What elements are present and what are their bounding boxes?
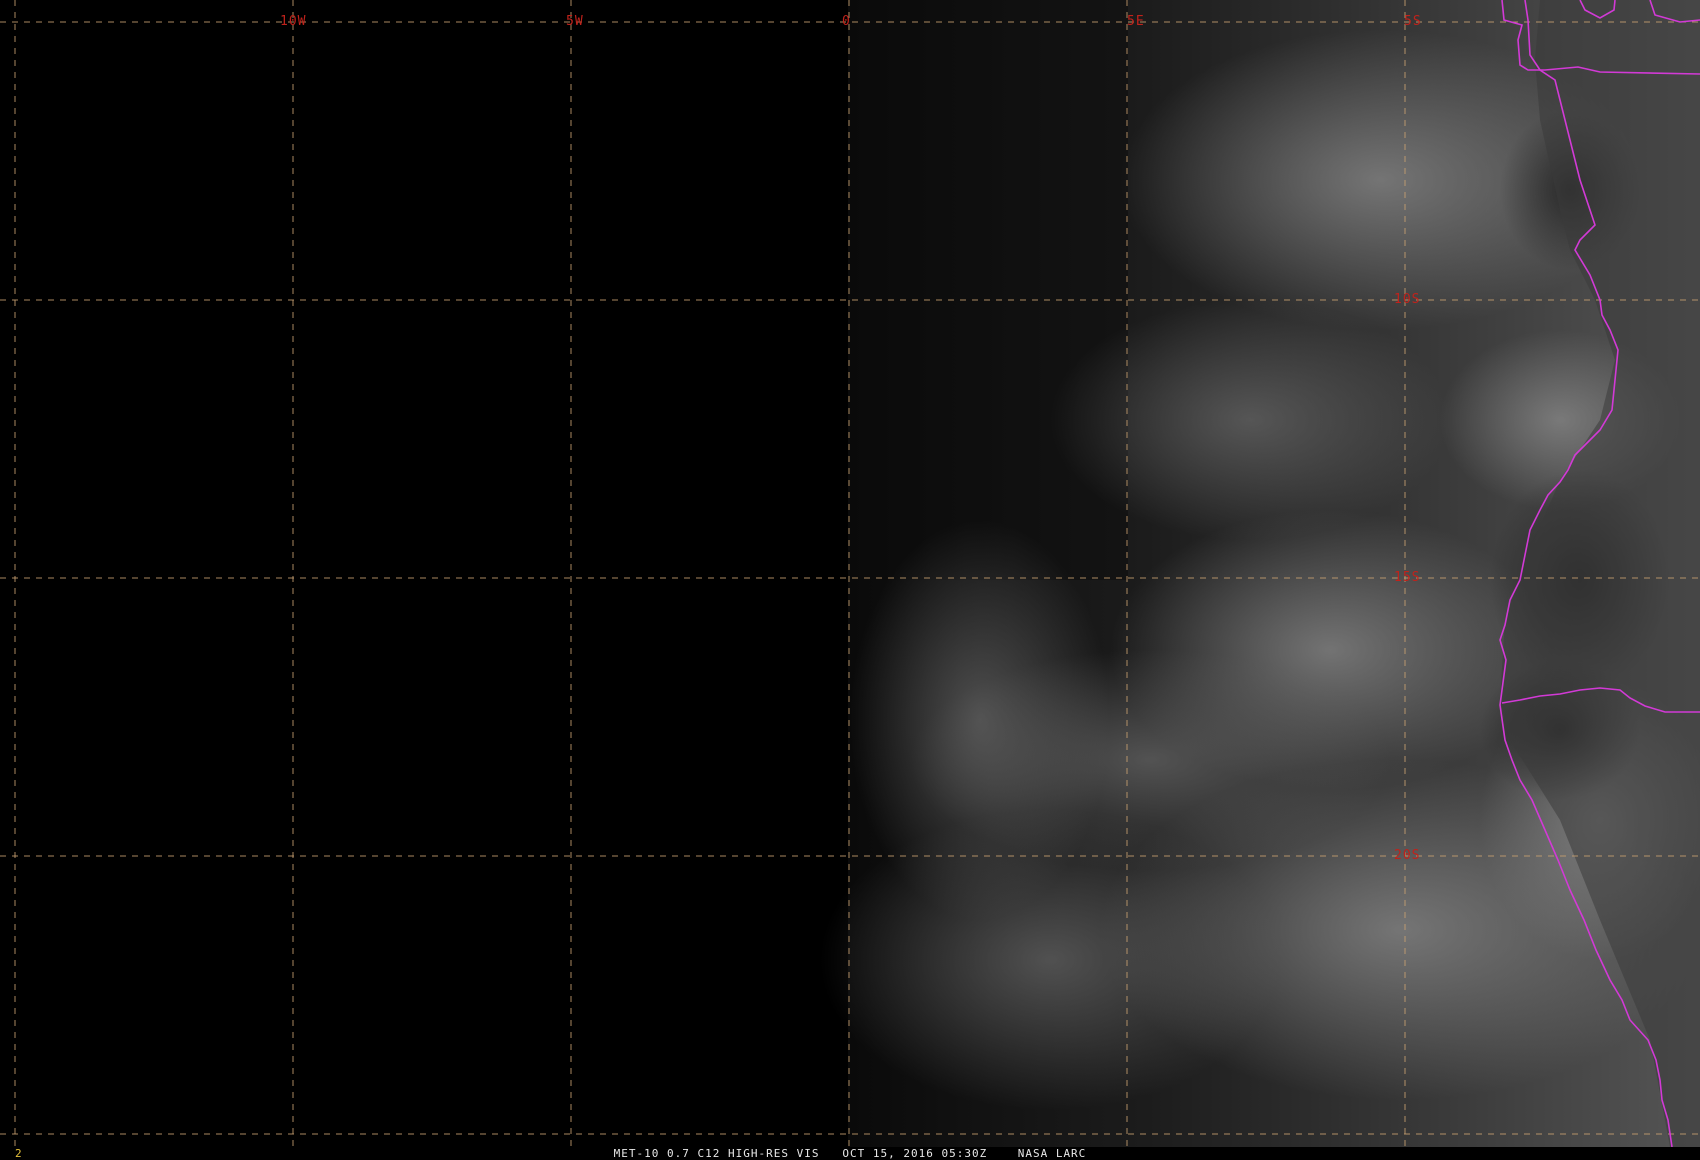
graticule: [0, 0, 1700, 1147]
image-caption: MET-10 0.7 C12 HIGH-RES VIS OCT 15, 2016…: [0, 1147, 1700, 1160]
observation-time: OCT 15, 2016 05:30Z: [842, 1147, 988, 1160]
latitude-label: 5S: [1404, 14, 1422, 29]
longitude-label: 5E: [1127, 14, 1145, 29]
latitude-label: 10S: [1394, 292, 1421, 307]
satellite-product: MET-10 0.7 C12 HIGH-RES VIS: [613, 1147, 820, 1160]
longitude-label: 5W: [566, 14, 584, 29]
country-border: [1649, 0, 1700, 23]
longitude-label: 10W: [280, 14, 307, 29]
coastline: [1499, 0, 1673, 1147]
country-border: [1501, 0, 1700, 75]
country-border: [1501, 687, 1700, 713]
longitude-label: 0: [842, 14, 851, 29]
country-border: [1579, 0, 1616, 19]
data-source: NASA LARC: [1017, 1147, 1087, 1160]
satellite-map: 10W 5W 0 5E 5S 10S 15S 20S: [0, 0, 1700, 1147]
latitude-label: 20S: [1394, 848, 1421, 863]
latitude-label: 15S: [1394, 570, 1421, 585]
